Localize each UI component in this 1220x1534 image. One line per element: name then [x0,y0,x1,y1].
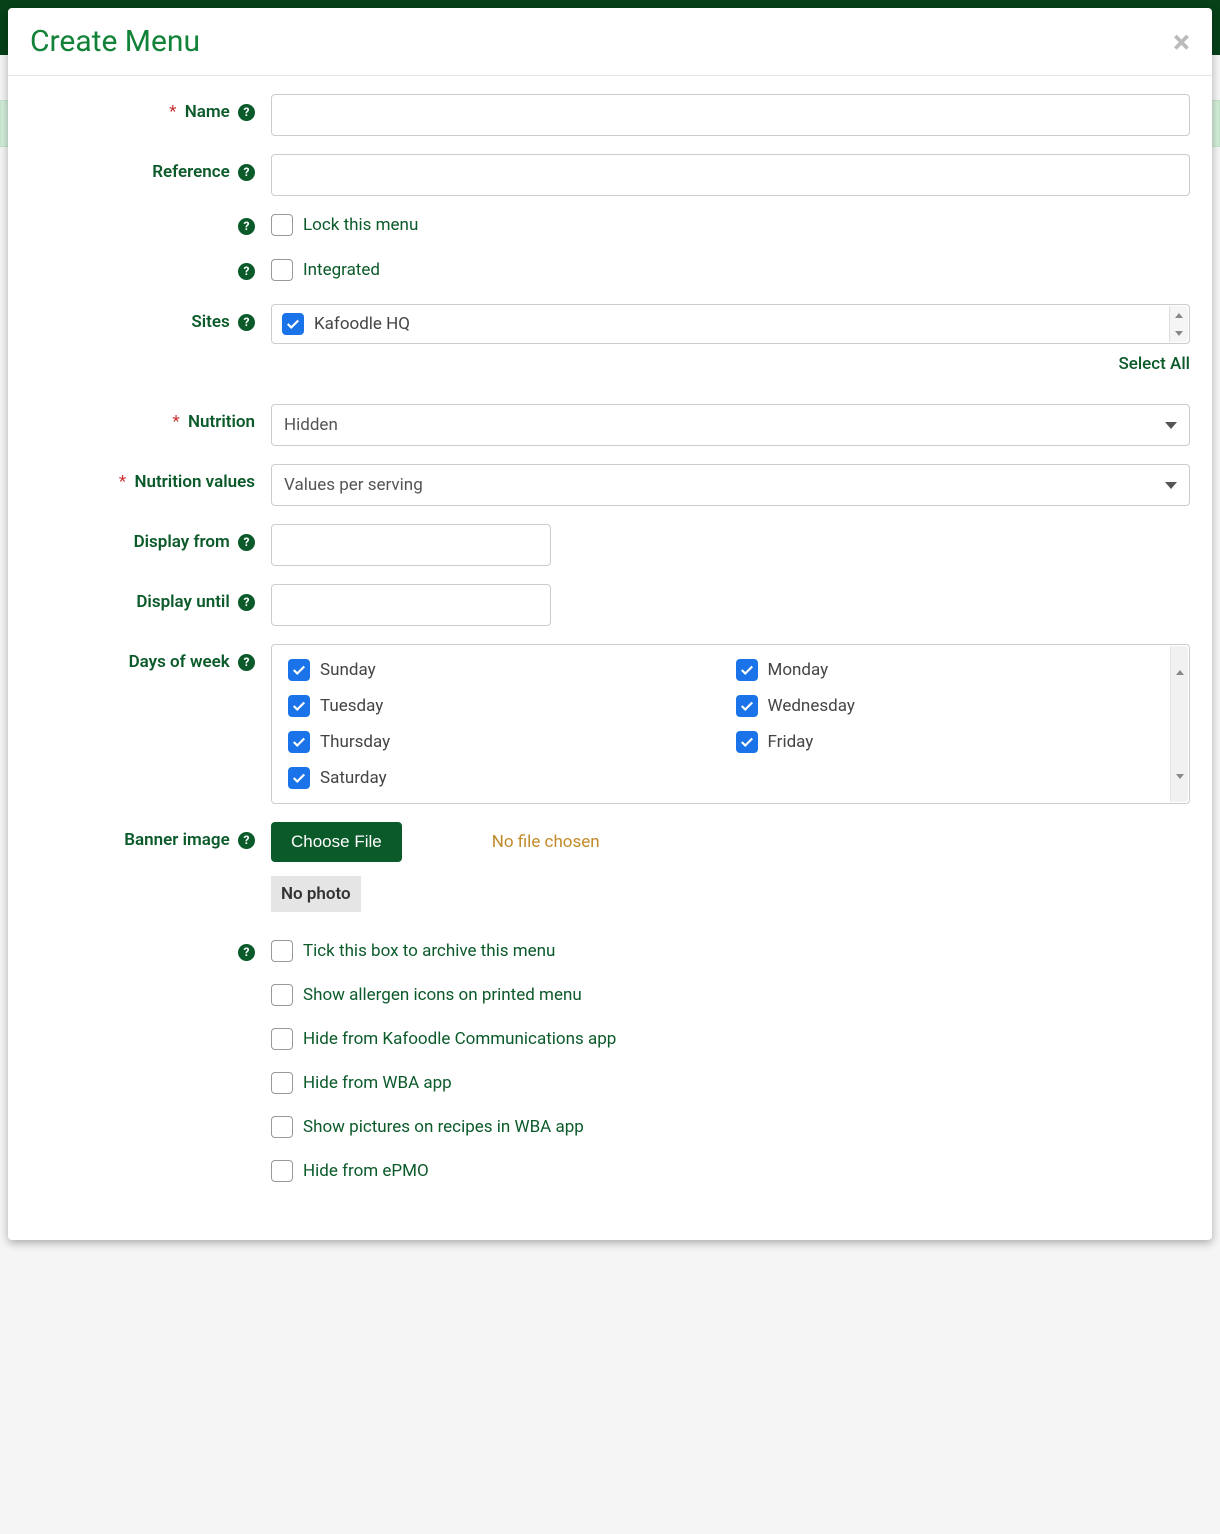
sites-label: Sites ? [30,304,271,332]
modal-body: * Name ? Reference ? ? [8,76,1212,1240]
day-checkbox-saturday[interactable]: Saturday [288,767,726,789]
nutrition-values-label: * Nutrition values [30,464,271,492]
day-checkbox-sunday[interactable]: Sunday [288,659,726,681]
photo-placeholder: No photo [271,876,361,912]
days-label: Days of week ? [30,644,271,672]
help-icon[interactable]: ? [238,534,255,551]
display-from-input[interactable] [271,524,551,566]
sites-spinner[interactable] [1169,306,1188,342]
lock-label-col: ? [30,214,271,236]
sites-selector[interactable]: Kafoodle HQ [271,304,1190,344]
help-icon[interactable]: ? [238,263,255,280]
help-icon[interactable]: ? [238,594,255,611]
help-icon[interactable]: ? [238,104,255,121]
required-asterisk: * [172,412,179,432]
chevron-down-icon[interactable] [1170,324,1188,342]
chevron-down-icon [1165,422,1177,429]
help-icon[interactable]: ? [238,314,255,331]
reference-label: Reference ? [30,154,271,182]
day-checkbox-friday[interactable]: Friday [736,731,1174,753]
allergen-checkbox[interactable]: Show allergen icons on printed menu [271,984,1190,1006]
day-checkbox-thursday[interactable]: Thursday [288,731,726,753]
reference-input[interactable] [271,154,1190,196]
day-checkbox-tuesday[interactable]: Tuesday [288,695,726,717]
name-input[interactable] [271,94,1190,136]
help-icon[interactable]: ? [238,944,255,961]
required-asterisk: * [119,472,126,492]
day-checkbox-monday[interactable]: Monday [736,659,1174,681]
help-icon[interactable]: ? [238,218,255,235]
day-checkbox-wednesday[interactable]: Wednesday [736,695,1174,717]
hide-comms-checkbox[interactable]: Hide from Kafoodle Communications app [271,1028,1190,1050]
nutrition-label: * Nutrition [30,404,271,432]
file-status: No file chosen [492,832,600,852]
display-from-label: Display from ? [30,524,271,552]
close-icon[interactable]: × [1173,26,1190,58]
chevron-down-icon [1165,482,1177,489]
display-until-input[interactable] [271,584,551,626]
chevron-up-icon[interactable] [1171,646,1188,698]
integrated-label-col: ? [30,259,271,281]
banner-label: Banner image ? [30,822,271,850]
help-icon[interactable]: ? [238,164,255,181]
modal-title: Create Menu [30,24,200,59]
hide-wba-checkbox[interactable]: Hide from WBA app [271,1072,1190,1094]
hide-epmo-checkbox[interactable]: Hide from ePMO [271,1160,1190,1182]
help-icon[interactable]: ? [238,832,255,849]
archive-checkbox[interactable]: Tick this box to archive this menu [271,940,1190,962]
nutrition-select[interactable]: Hidden [271,404,1190,446]
chevron-up-icon[interactable] [1170,306,1188,324]
help-icon[interactable]: ? [238,654,255,671]
required-asterisk: * [169,102,176,122]
choose-file-button[interactable]: Choose File [271,822,402,862]
create-menu-modal: Create Menu × * Name ? Reference ? [8,8,1212,1240]
name-label: * Name ? [30,94,271,122]
scrollbar[interactable] [1170,646,1188,802]
display-until-label: Display until ? [30,584,271,612]
select-all-link[interactable]: Select All [271,354,1190,374]
integrated-checkbox[interactable]: Integrated [271,259,380,281]
modal-header: Create Menu × [8,8,1212,76]
days-selector: Sunday Monday Tuesday Wednesday Thursday Frid… [271,644,1190,804]
show-pics-checkbox[interactable]: Show pictures on recipes in WBA app [271,1116,1190,1138]
lock-checkbox[interactable]: Lock this menu [271,214,418,236]
nutrition-values-select[interactable]: Values per serving [271,464,1190,506]
chevron-down-icon[interactable] [1171,750,1188,802]
archive-label-col: ? [30,940,271,962]
